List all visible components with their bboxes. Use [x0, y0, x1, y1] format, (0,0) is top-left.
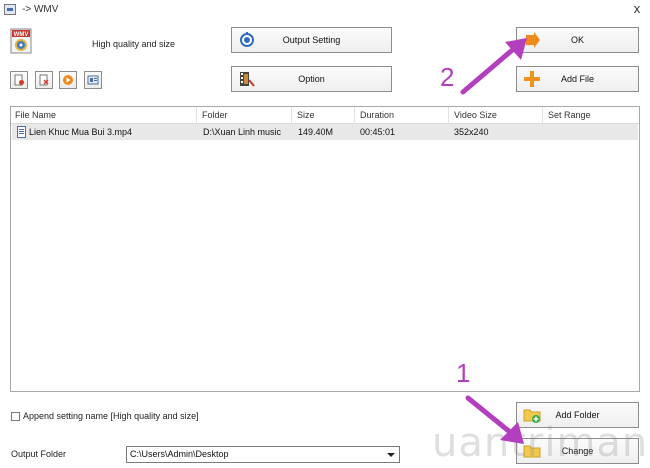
column-header-file-name[interactable]: File Name — [11, 107, 197, 124]
step-1-number: 1 — [456, 358, 471, 388]
cell-duration: 00:45:01 — [360, 127, 396, 137]
video-file-icon — [17, 126, 26, 138]
film-tools-icon — [240, 72, 255, 87]
output-folder-label: Output Folder — [11, 449, 67, 459]
output-setting-button[interactable]: Output Setting — [231, 27, 392, 53]
format-profile-icon[interactable]: WMV — [10, 28, 32, 54]
cell-size: 149.40M — [298, 127, 334, 137]
column-header-folder[interactable]: Folder — [198, 107, 292, 124]
remove-file-icon — [14, 74, 24, 86]
output-folder-value: C:\Users\Admin\Desktop — [130, 449, 229, 459]
play-icon — [63, 75, 73, 85]
option-label: Option — [298, 74, 325, 84]
step-1-arrow — [465, 395, 524, 444]
cell-video-size: 352x240 — [454, 127, 489, 137]
output-setting-label: Output Setting — [282, 35, 341, 45]
clear-list-icon — [39, 74, 49, 86]
cell-file-name: Lien Khuc Mua Bui 3.mp4 — [29, 127, 133, 137]
app-icon — [4, 4, 16, 15]
step-2-number: 2 — [440, 62, 455, 92]
step-2-arrow — [460, 38, 527, 95]
quality-label: High quality and size — [92, 39, 176, 49]
title-bar: -> WMV x — [0, 0, 650, 22]
column-header-duration[interactable]: Duration — [356, 107, 449, 124]
cell-folder: D:\Xuan Linh music — [203, 127, 282, 137]
column-header-video-size[interactable]: Video Size — [450, 107, 543, 124]
append-setting-checkbox[interactable] — [11, 412, 20, 421]
play-button[interactable] — [59, 71, 77, 89]
media-info-button[interactable] — [84, 71, 102, 89]
table-row[interactable]: Lien Khuc Mua Bui 3.mp4 D:\Xuan Linh mus… — [12, 124, 638, 140]
output-folder-select[interactable]: C:\Users\Admin\Desktop — [126, 446, 400, 463]
info-panel-icon — [87, 75, 99, 85]
window-title: -> WMV — [22, 4, 59, 15]
close-button[interactable]: x — [628, 1, 646, 17]
gear-icon — [240, 32, 254, 47]
add-file-label: Add File — [560, 74, 595, 84]
column-header-set-range[interactable]: Set Range — [544, 107, 639, 124]
column-header-size[interactable]: Size — [293, 107, 355, 124]
file-list[interactable]: File Name Folder Size Duration Video Siz… — [10, 106, 640, 392]
remove-button[interactable] — [10, 71, 28, 89]
add-folder-label: Add Folder — [555, 410, 600, 420]
ok-label: OK — [570, 35, 584, 45]
profile-badge: WMV — [14, 32, 29, 38]
chevron-down-icon[interactable] — [387, 453, 395, 457]
append-setting-label: Append setting name [High quality and si… — [23, 411, 199, 421]
clear-button[interactable] — [35, 71, 53, 89]
option-button[interactable]: Option — [231, 66, 392, 92]
list-header: File Name Folder Size Duration Video Siz… — [11, 107, 639, 124]
cell-set-range — [548, 124, 636, 140]
